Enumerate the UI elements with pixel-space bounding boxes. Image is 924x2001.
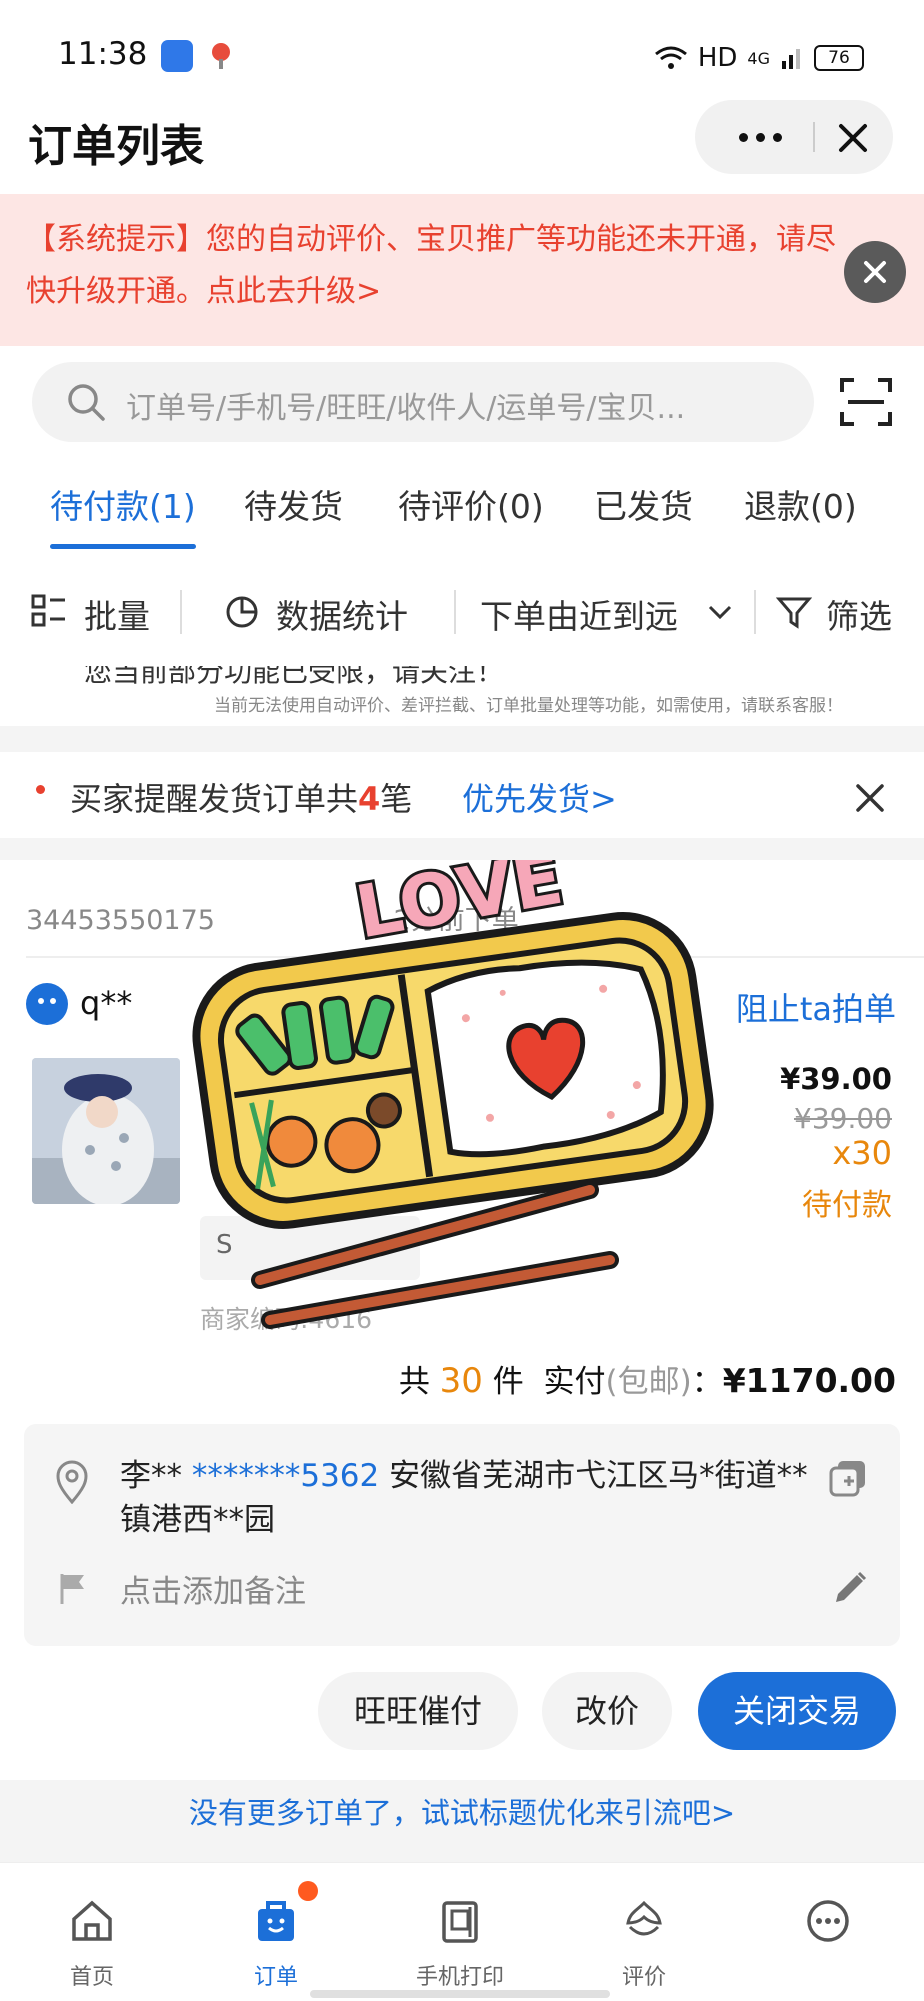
- title-optimize-link[interactable]: 没有更多订单了，试试标题优化来引流吧>: [0, 1790, 924, 1832]
- add-note-field[interactable]: 点击添加备注: [120, 1566, 306, 1611]
- toolbar-divider: [454, 590, 456, 634]
- love-bento-sticker: LOVE: [192, 860, 714, 1329]
- status-time: 11:38: [58, 36, 148, 72]
- tab-shipped[interactable]: 已发货: [594, 480, 693, 528]
- flag-icon: [60, 1574, 84, 1604]
- app-notification-icon: [161, 40, 193, 72]
- toolbar-divider: [754, 590, 756, 634]
- copy-icon[interactable]: [828, 1458, 868, 1498]
- block-buyer-button[interactable]: 阻止ta拍单: [736, 984, 896, 1030]
- location-pin-icon: [212, 43, 230, 69]
- home-icon: [72, 1900, 112, 1941]
- signal-icon: [782, 49, 800, 69]
- search-placeholder: 订单号/手机号/旺旺/收件人/运单号/宝贝...: [126, 391, 686, 426]
- quantity: x30: [832, 1134, 892, 1172]
- search-icon: [68, 384, 105, 421]
- status-bar: 11:38 HD 4G 76: [0, 0, 924, 110]
- close-icon[interactable]: [852, 780, 888, 816]
- order-status-tabs: 待付款(1) 待发货 待评价(0) 已发货 退款(0): [0, 456, 924, 556]
- system-notice-text[interactable]: 【系统提示】您的自动评价、宝贝推广等功能还未开通，请尽快升级开通。点此去升级>: [26, 214, 838, 318]
- order-status: 待付款: [802, 1188, 892, 1223]
- tab-pending-payment[interactable]: 待付款(1): [50, 480, 196, 528]
- banner-close-button[interactable]: [844, 241, 906, 303]
- battery-icon: 76: [814, 45, 864, 71]
- change-price-button[interactable]: 改价: [542, 1672, 672, 1750]
- recipient-name: 李**: [120, 1458, 182, 1494]
- recipient-phone: *******5362: [191, 1458, 380, 1494]
- close-icon: [864, 261, 886, 283]
- flower-icon: [626, 1900, 662, 1936]
- batch-icon: [31, 594, 65, 627]
- pie-chart-icon: [226, 596, 258, 628]
- filter-icon: [776, 597, 812, 629]
- restriction-subtext: 当前无法使用自动评价、差评拦截、订单批量处理等功能，如需使用，请联系客服！: [214, 696, 843, 716]
- active-tab-indicator: [50, 544, 196, 549]
- home-indicator[interactable]: [310, 1990, 610, 1998]
- restriction-notice: 您当前部分功能已受限，请关注！ 当前无法使用自动评价、差评拦截、订单批量处理等功…: [0, 666, 924, 726]
- buyer-avatar: [26, 983, 68, 1025]
- nav-item-home[interactable]: 首页: [0, 1863, 184, 2001]
- tab-pending-shipment[interactable]: 待发货: [244, 480, 343, 528]
- close-trade-button[interactable]: 关闭交易: [698, 1672, 896, 1750]
- system-notice-banner[interactable]: 【系统提示】您的自动评价、宝贝推广等功能还未开通，请尽快升级开通。点此去升级>: [0, 194, 924, 346]
- sort-dropdown[interactable]: 下单由近到远: [480, 590, 678, 638]
- ship-reminder-bar[interactable]: 买家提醒发货订单共4笔 优先发货>: [0, 752, 924, 838]
- address-box: 李** *******5362 安徽省芜湖市弋江区马*街道**镇港西**园 点击…: [24, 1424, 900, 1646]
- nav-item-reviews[interactable]: 评价: [552, 1863, 736, 2001]
- nav-item-more[interactable]: [736, 1863, 920, 2001]
- reminder-count: 4: [358, 780, 381, 818]
- more-dots-icon[interactable]: [725, 114, 795, 160]
- wifi-icon: [654, 46, 687, 69]
- nav-item-orders[interactable]: 订单: [184, 1863, 368, 2001]
- total-amount: ¥1170.00: [722, 1361, 896, 1400]
- tab-pending-review[interactable]: 待评价(0): [398, 480, 544, 528]
- nav-item-mobile-print[interactable]: 手机打印: [368, 1863, 552, 2001]
- original-price: ¥39.00: [794, 1102, 892, 1135]
- wangwang-remind-button[interactable]: 旺旺催付: [318, 1672, 518, 1750]
- filter-button[interactable]: 筛选: [826, 590, 892, 638]
- location-icon: [56, 1460, 88, 1504]
- batch-button[interactable]: 批量: [84, 590, 150, 638]
- scan-icon[interactable]: [838, 374, 894, 430]
- signal-type: 4G: [747, 48, 770, 68]
- search-input[interactable]: 订单号/手机号/旺旺/收件人/运单号/宝贝...: [32, 362, 814, 442]
- notification-badge: [298, 1881, 318, 1901]
- toolbar: 批量 数据统计 下单由近到远 筛选: [0, 556, 924, 666]
- bottom-nav: 首页 订单 手机打印 评价: [0, 1862, 924, 2001]
- printer-icon: [442, 1901, 478, 1943]
- reminder-text: 买家提醒发货订单共4笔: [70, 780, 413, 818]
- toolbar-divider: [180, 590, 182, 634]
- chevron-down-icon: [708, 605, 732, 620]
- recipient-info: 李** *******5362 安徽省芜湖市弋江区马*街道**镇港西**园: [120, 1454, 810, 1542]
- status-right: HD 4G 76: [654, 38, 864, 78]
- network-type: HD: [697, 43, 738, 73]
- capsule-divider: [813, 122, 815, 152]
- orders-icon: [258, 1901, 294, 1941]
- reminder-dot: [36, 785, 45, 794]
- page-title: 订单列表: [28, 121, 204, 172]
- unit-price: ¥39.00: [780, 1062, 892, 1096]
- priority-ship-link[interactable]: 优先发货>: [462, 774, 617, 820]
- tab-refund[interactable]: 退款(0): [744, 480, 857, 528]
- more-circle-icon: [807, 1900, 849, 1942]
- product-thumbnail[interactable]: [32, 1058, 180, 1204]
- data-stats-button[interactable]: 数据统计: [276, 590, 408, 638]
- buyer-name[interactable]: q**: [80, 984, 132, 1022]
- close-icon[interactable]: [825, 110, 881, 166]
- edit-icon[interactable]: [830, 1568, 870, 1608]
- mini-program-capsule: [695, 100, 893, 174]
